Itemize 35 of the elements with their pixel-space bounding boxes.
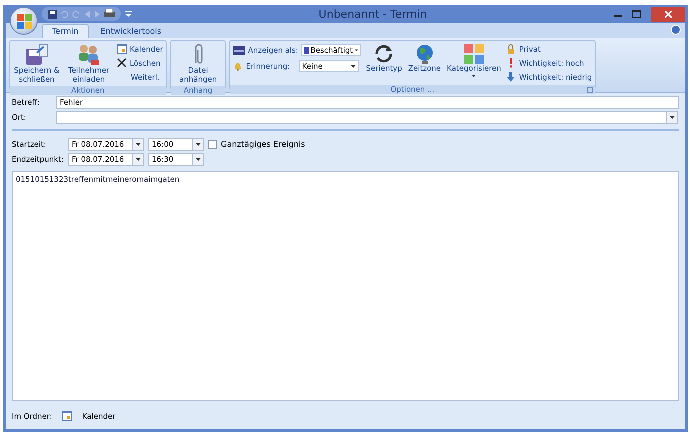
all-day-checkbox[interactable] bbox=[208, 140, 217, 149]
ribbon-tab[interactable]: Termin bbox=[42, 24, 89, 38]
people-icon bbox=[76, 43, 102, 67]
dialog-launcher-icon[interactable] bbox=[587, 87, 594, 93]
recurrence-icon bbox=[373, 43, 396, 65]
office-button[interactable] bbox=[10, 7, 38, 35]
print-icon[interactable] bbox=[104, 9, 115, 19]
caret-icon bbox=[355, 48, 358, 52]
caret-icon bbox=[136, 142, 140, 147]
show-as-icon bbox=[233, 46, 246, 54]
caret-icon bbox=[670, 115, 674, 120]
calendar-icon bbox=[62, 411, 72, 421]
help-icon[interactable] bbox=[671, 25, 681, 35]
caret-icon bbox=[351, 64, 356, 68]
categories-icon bbox=[463, 43, 486, 65]
caret-icon bbox=[136, 157, 140, 162]
maximize-icon[interactable] bbox=[632, 10, 641, 18]
bell-icon bbox=[233, 62, 244, 70]
save-icon bbox=[24, 43, 50, 67]
location-field[interactable] bbox=[56, 111, 678, 124]
save-icon[interactable] bbox=[48, 10, 57, 18]
close-button[interactable] bbox=[651, 6, 685, 22]
customize-caret-icon[interactable] bbox=[125, 11, 132, 17]
checkbox-label: Ganztägiges Ereignis bbox=[221, 140, 306, 149]
close-icon bbox=[664, 10, 672, 18]
calendar-icon bbox=[117, 44, 127, 54]
window-title: Unbenannt - Termin bbox=[318, 8, 428, 20]
lock-icon bbox=[506, 44, 516, 54]
caret-icon bbox=[196, 142, 200, 147]
status-swatch-icon bbox=[304, 46, 309, 54]
delete-icon bbox=[117, 58, 127, 68]
caret-icon bbox=[472, 74, 476, 78]
caret-icon bbox=[196, 157, 200, 162]
down-arrow-icon bbox=[506, 72, 516, 82]
ribbon-tab[interactable]: Entwicklertools bbox=[90, 24, 172, 38]
